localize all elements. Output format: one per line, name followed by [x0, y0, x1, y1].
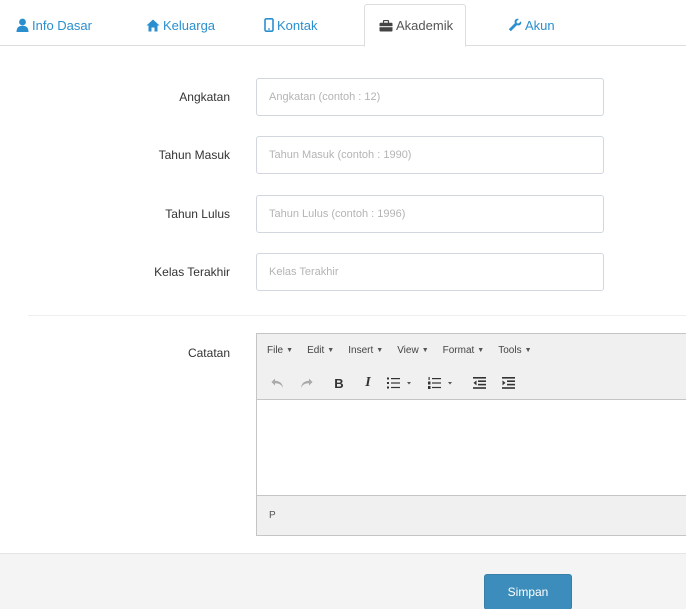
menu-file[interactable]: File ▼ — [267, 345, 293, 356]
menu-edit-label: Edit — [307, 345, 325, 356]
angkatan-label: Angkatan — [179, 90, 230, 104]
briefcase-icon — [379, 19, 393, 32]
indent-button[interactable] — [498, 372, 518, 394]
numbered-list-icon — [428, 377, 452, 389]
bold-icon: B — [334, 375, 344, 391]
undo-icon — [271, 378, 283, 388]
tab-keluarga[interactable]: Keluarga — [146, 4, 215, 46]
tab-info-dasar[interactable]: Info Dasar — [16, 4, 92, 46]
menu-insert-label: Insert — [348, 345, 374, 356]
save-button[interactable]: Simpan — [484, 574, 572, 609]
menu-format-label: Format — [442, 345, 475, 356]
home-icon — [146, 19, 160, 32]
editor-toolbar: B I — [257, 367, 686, 400]
catatan-editor: File ▼ Edit ▼ Insert ▼ View ▼ Format ▼ Tools ▼… — [256, 333, 686, 536]
undo-button[interactable] — [267, 372, 287, 394]
kelas-terakhir-label: Kelas Terakhir — [154, 265, 230, 279]
tab-bar: Info Dasar Keluarga Kontak Akademik Akun — [0, 0, 686, 47]
tab-akun[interactable]: Akun — [508, 4, 555, 46]
tahun-masuk-label: Tahun Masuk — [158, 148, 230, 162]
caret-down-icon: ▼ — [286, 347, 294, 354]
bold-button[interactable]: B — [329, 372, 349, 394]
menu-tools-label: Tools — [498, 345, 522, 356]
numbered-list-button[interactable] — [428, 372, 460, 394]
caret-down-icon: ▼ — [376, 347, 384, 354]
tab-info-dasar-label: Info Dasar — [32, 17, 92, 33]
caret-down-icon: ▼ — [524, 347, 532, 354]
indent-icon — [501, 377, 515, 389]
form-footer: Simpan — [0, 553, 686, 609]
editor-menubar: File ▼ Edit ▼ Insert ▼ View ▼ Format ▼ Tools ▼ — [257, 334, 686, 367]
menu-tools[interactable]: Tools ▼ — [498, 345, 531, 356]
menu-view-label: View — [397, 345, 419, 356]
tab-akademik[interactable]: Akademik — [364, 4, 467, 47]
tab-kontak[interactable]: Kontak — [264, 4, 317, 46]
tab-akun-label: Akun — [525, 17, 555, 33]
redo-button[interactable] — [296, 372, 316, 394]
bullet-list-button[interactable] — [387, 372, 419, 394]
catatan-label: Catatan — [187, 346, 230, 360]
form-row-angkatan: Angkatan — [0, 78, 686, 118]
tahun-lulus-input[interactable] — [256, 195, 604, 233]
form-divider — [28, 315, 686, 316]
form-row-kelas-terakhir: Kelas Terakhir — [0, 253, 686, 293]
outdent-icon — [472, 377, 486, 389]
menu-file-label: File — [267, 345, 284, 356]
tab-kontak-label: Kontak — [277, 17, 318, 33]
wrench-icon — [508, 18, 522, 32]
menu-insert[interactable]: Insert ▼ — [348, 345, 383, 356]
kelas-terakhir-input[interactable] — [256, 253, 604, 291]
caret-down-icon: ▼ — [477, 347, 485, 354]
angkatan-input[interactable] — [256, 78, 604, 116]
editor-statusbar: P — [257, 495, 686, 535]
tab-akademik-label: Akademik — [396, 18, 454, 33]
form-row-tahun-lulus: Tahun Lulus — [0, 195, 686, 235]
outdent-button[interactable] — [469, 372, 489, 394]
caret-down-icon: ▼ — [421, 347, 429, 354]
editor-content-area[interactable] — [257, 401, 686, 495]
menu-view[interactable]: View ▼ — [397, 345, 428, 356]
italic-icon: I — [365, 375, 371, 390]
caret-down-icon: ▼ — [327, 347, 335, 354]
italic-button[interactable]: I — [358, 372, 378, 394]
bullet-list-icon — [387, 377, 411, 389]
form-row-tahun-masuk: Tahun Masuk — [0, 136, 686, 176]
tahun-masuk-input[interactable] — [256, 136, 604, 174]
menu-format[interactable]: Format ▼ — [443, 345, 485, 356]
user-icon — [16, 18, 29, 32]
mobile-icon — [264, 18, 274, 32]
redo-icon — [300, 378, 312, 388]
tab-keluarga-label: Keluarga — [163, 17, 216, 33]
menu-edit[interactable]: Edit ▼ — [307, 345, 334, 356]
element-path[interactable]: P — [269, 510, 276, 521]
tahun-lulus-label: Tahun Lulus — [165, 207, 230, 221]
